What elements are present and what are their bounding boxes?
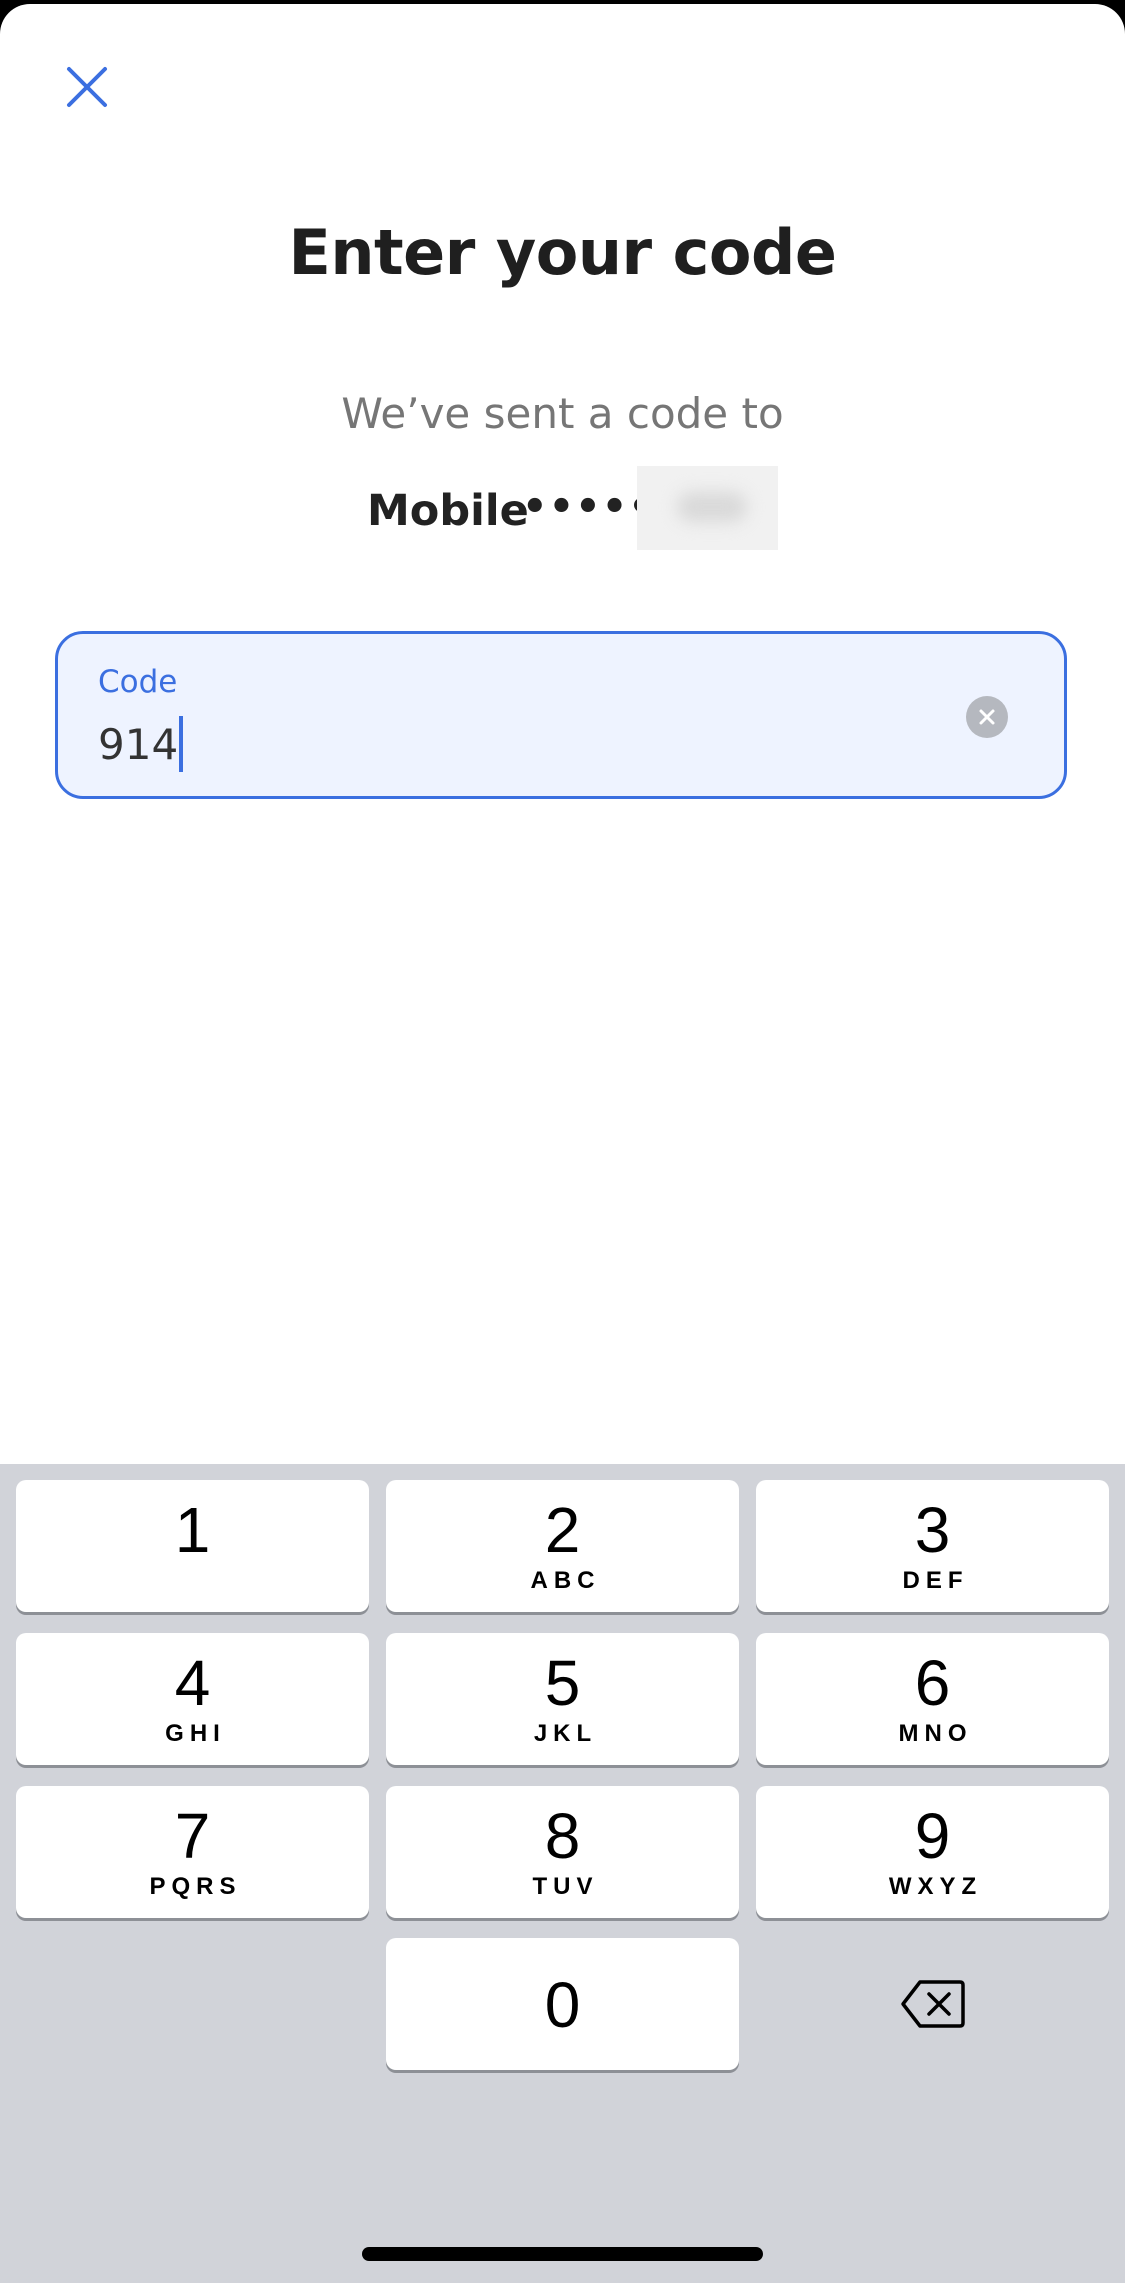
close-icon xyxy=(67,67,107,107)
key-3[interactable]: 3 DEF xyxy=(756,1480,1109,1612)
close-button[interactable] xyxy=(52,52,122,122)
key-5[interactable]: 5 JKL xyxy=(386,1633,739,1765)
code-input-value[interactable]: 914 xyxy=(98,716,184,772)
key-digit: 3 xyxy=(914,1494,951,1566)
key-letters: GHI xyxy=(165,1720,226,1747)
key-2[interactable]: 2 ABC xyxy=(386,1480,739,1612)
key-digit: 6 xyxy=(914,1647,951,1719)
key-digit: 2 xyxy=(544,1494,581,1566)
key-8[interactable]: 8 TUV xyxy=(386,1786,739,1918)
clear-circle-icon xyxy=(979,709,995,725)
key-digit: 5 xyxy=(544,1647,581,1719)
screen: Enter your code We’ve sent a code to Mob… xyxy=(0,0,1125,2283)
key-digit: 9 xyxy=(914,1800,951,1872)
key-9[interactable]: 9 WXYZ xyxy=(756,1786,1109,1918)
clear-input-button[interactable] xyxy=(966,696,1008,738)
numeric-keypad: 1 2 ABC 3 DEF 4 GHI 5 JKL 6 MNO 7 PQRS 8 xyxy=(0,1464,1125,2283)
code-input-text: 914 xyxy=(98,719,179,769)
key-digit: 0 xyxy=(544,1969,581,2041)
key-letters: ABC xyxy=(530,1567,601,1594)
code-input-field[interactable]: Code 914 xyxy=(55,631,1067,799)
backspace-icon xyxy=(900,1980,965,2028)
redacted-block xyxy=(637,466,778,550)
text-caret xyxy=(179,716,184,772)
key-6[interactable]: 6 MNO xyxy=(756,1633,1109,1765)
key-digit: 1 xyxy=(174,1494,211,1566)
backspace-key[interactable] xyxy=(756,1938,1109,2070)
key-letters: TUV xyxy=(532,1873,599,1900)
destination-line: Mobile •••••• xyxy=(0,466,1125,550)
key-7[interactable]: 7 PQRS xyxy=(16,1786,369,1918)
key-letters: WXYZ xyxy=(888,1873,983,1900)
sent-code-subtitle: We’ve sent a code to xyxy=(341,389,784,438)
page-title: Enter your code xyxy=(288,216,837,289)
key-letters: PQRS xyxy=(149,1873,242,1900)
key-4[interactable]: 4 GHI xyxy=(16,1633,369,1765)
key-digit: 7 xyxy=(174,1800,211,1872)
code-field-label: Code xyxy=(98,664,178,700)
key-0[interactable]: 0 xyxy=(386,1938,739,2070)
key-digit: 8 xyxy=(544,1800,581,1872)
key-letters: DEF xyxy=(902,1567,969,1594)
key-letters: MNO xyxy=(898,1720,973,1747)
key-letters: JKL xyxy=(533,1720,598,1747)
key-digit: 4 xyxy=(174,1647,211,1719)
home-indicator xyxy=(362,2247,763,2261)
key-letters xyxy=(190,1567,196,1595)
destination-label: Mobile xyxy=(367,486,529,536)
key-1[interactable]: 1 xyxy=(16,1480,369,1612)
